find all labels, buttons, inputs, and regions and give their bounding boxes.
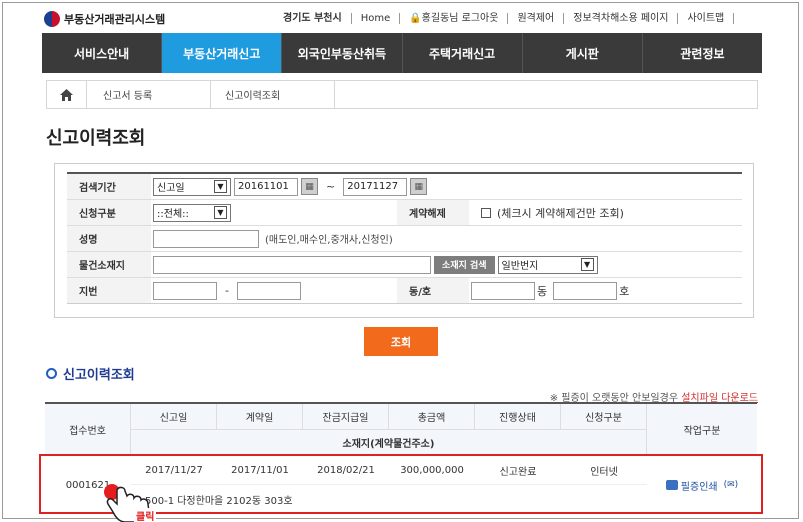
location-search-button[interactable]: 소재지 검색 (434, 255, 495, 274)
cancel-label: 계약해제 (397, 200, 469, 225)
cancel-hint: (체크시 계약해제건만 조회) (497, 206, 624, 220)
region-label: 경기도 부천시 (275, 13, 352, 24)
period-label: 검색기간 (67, 174, 151, 199)
col-apply-type: 신청구분 (561, 404, 647, 429)
col-address: 소재지(계약물건주소) (131, 430, 647, 455)
site-logo[interactable]: 부동산거래관리시스템 (44, 11, 165, 27)
lot-type-select[interactable]: 일반번지 ▼ (497, 255, 598, 274)
nav-foreigner-acquisition[interactable]: 외국인부동산취득 (282, 33, 403, 73)
date-to-input[interactable]: 20171127 (343, 177, 408, 196)
search-button[interactable]: 조회 (364, 327, 438, 356)
location-label: 물건소재지 (67, 252, 151, 277)
breadcrumb-item-report-register[interactable]: 신고서 등록 (87, 81, 211, 108)
logout-link[interactable]: 🔒홍길동님 로그아웃 (400, 13, 509, 24)
nav-related-info[interactable]: 관련정보 (643, 33, 762, 73)
bullet-ring-icon (46, 368, 57, 379)
col-balance-date: 잔금지급일 (303, 404, 389, 429)
click-label: 클릭 (134, 508, 157, 522)
remote-control-link[interactable]: 원격제어 (508, 13, 565, 24)
calendar-icon[interactable]: ▦ (410, 178, 428, 195)
col-action: 작업구분 (683, 426, 721, 437)
calendar-icon[interactable]: ▦ (301, 178, 318, 195)
apply-type-select[interactable]: ::전체:: ▼ (153, 203, 231, 222)
logo-text: 부동산거래관리시스템 (64, 13, 166, 26)
ho-input[interactable] (553, 281, 618, 300)
dong-input[interactable] (471, 281, 535, 300)
col-status: 진행상태 (475, 404, 561, 429)
jibun-label: 지번 (67, 278, 151, 303)
search-form: 검색기간 신고일 ▼ 20161101 ▦ ~ 20171127 ▦ 신청구분 :… (54, 163, 754, 318)
apply-type-label: 신청구분 (67, 200, 151, 225)
location-input[interactable] (153, 255, 431, 274)
main-nav: 서비스안내 부동산거래신고 외국인부동산취득 주택거래신고 게시판 관련정보 (42, 33, 762, 73)
name-label: 성명 (67, 226, 151, 251)
col-contract-date: 계약일 (217, 404, 303, 429)
form-row-jibun: 지번 - 동/호 동 호 (67, 278, 742, 304)
name-input[interactable] (153, 229, 259, 248)
name-hint: (매도인,매수인,중개사,신청인) (265, 235, 393, 246)
dongho-label: 동/호 (397, 278, 469, 303)
dong-unit: 동 (537, 284, 548, 298)
table-header: 접수번호 신고일 계약일 잔금지급일 총금액 진행상태 신청구분 소재지(계약물… (45, 404, 757, 456)
chevron-down-icon: ▼ (214, 180, 227, 193)
jibun-sub-input[interactable] (236, 281, 301, 300)
chevron-down-icon: ▼ (580, 258, 594, 271)
nav-service-info[interactable]: 서비스안내 (42, 33, 163, 73)
period-type-select[interactable]: 신고일 ▼ (153, 177, 231, 196)
logo-emblem-icon (44, 11, 60, 27)
cancel-only-checkbox[interactable] (481, 207, 491, 218)
form-row-location: 물건소재지 소재지 검색 일반번지 ▼ (67, 252, 742, 278)
sitemap-link[interactable]: 사이트맵 (678, 13, 735, 24)
home-icon[interactable] (47, 81, 87, 108)
col-receipt-no: 접수번호 (45, 404, 131, 455)
chevron-down-icon: ▼ (214, 206, 227, 219)
col-total-amount: 총금액 (389, 404, 475, 429)
jibun-separator: - (225, 284, 229, 297)
date-from-input[interactable]: 20161101 (234, 177, 298, 196)
breadcrumb: 신고서 등록 신고이력조회 (46, 80, 758, 109)
nav-realestate-report[interactable]: 부동산거래신고 (162, 33, 283, 73)
results-section-title: 신고이력조회 (46, 364, 135, 383)
form-row-period: 검색기간 신고일 ▼ 20161101 ▦ ~ 20171127 ▦ (67, 174, 742, 200)
nav-board[interactable]: 게시판 (523, 33, 643, 73)
form-row-name: 성명 (매도인,매수인,중개사,신청인) (67, 226, 742, 252)
home-link[interactable]: Home (352, 13, 401, 24)
jibun-main-input[interactable] (153, 281, 217, 300)
page-title: 신고이력조회 (46, 128, 146, 149)
utility-links: 경기도 부천시 Home 🔒홍길동님 로그아웃 원격제어 정보격차해소용 페이지… (275, 13, 735, 24)
ho-unit: 호 (619, 284, 630, 298)
breadcrumb-item-history[interactable]: 신고이력조회 (211, 81, 335, 108)
accessibility-page-link[interactable]: 정보격차해소용 페이지 (564, 13, 679, 24)
col-report-date: 신고일 (131, 404, 217, 429)
form-row-apply-type: 신청구분 ::전체:: ▼ 계약해제 (체크시 계약해제건만 조회) (67, 200, 742, 226)
date-separator: ~ (326, 180, 336, 193)
nav-housing-report[interactable]: 주택거래신고 (403, 33, 523, 73)
